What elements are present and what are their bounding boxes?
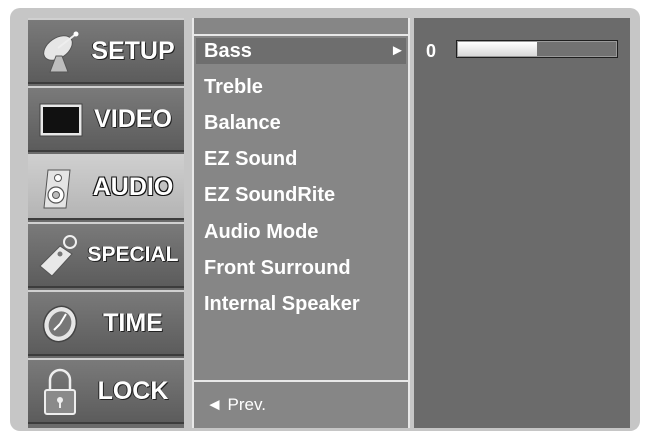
audio-submenu: Bass Treble Balance EZ Sound EZ SoundRit… [192,18,410,428]
tv-screen-icon [36,96,86,144]
submenu-item-balance[interactable]: Balance [204,106,404,140]
bass-value-readout: 0 [426,41,437,61]
right-arrow-icon: ► [390,42,405,59]
submenu-item-treble[interactable]: Treble [204,70,404,104]
bass-slider-fill [458,42,537,56]
submenu-item-ez-sound[interactable]: EZ Sound [204,142,404,176]
sidebar-item-label: SPECIAL [87,243,179,266]
padlock-icon [36,368,86,416]
bass-slider[interactable] [456,40,618,58]
prev-divider [194,380,408,382]
sidebar-item-special[interactable]: SPECIAL [28,222,184,288]
sidebar-item-label: TIME [103,309,163,337]
sidebar-item-label: LOCK [97,377,169,405]
key-tag-icon [36,232,86,280]
sidebar-item-setup[interactable]: SETUP [28,18,184,84]
clock-icon [36,300,86,348]
sidebar-item-label: VIDEO [94,105,172,133]
prev-button[interactable]: ◄ Prev. [206,390,266,420]
submenu-item-front-surround[interactable]: Front Surround [204,251,404,285]
sidebar-item-lock[interactable]: LOCK [28,358,184,424]
satellite-dish-icon [36,28,86,76]
submenu-item-bass[interactable]: Bass [204,34,404,68]
value-panel: 0 [414,18,630,428]
speaker-icon [36,164,86,212]
sidebar-item-label: SETUP [91,37,175,65]
submenu-item-ez-soundrite[interactable]: EZ SoundRite [204,178,404,212]
submenu-item-audio-mode[interactable]: Audio Mode [204,215,404,249]
category-sidebar: SETUP VIDEO AUDIO SPECIAL TIME LOCK [28,18,184,428]
submenu-item-internal-speaker[interactable]: Internal Speaker [204,287,404,321]
sidebar-item-video[interactable]: VIDEO [28,86,184,152]
sidebar-item-time[interactable]: TIME [28,290,184,356]
sidebar-item-label: AUDIO [92,173,174,201]
sidebar-item-audio[interactable]: AUDIO [28,154,184,220]
